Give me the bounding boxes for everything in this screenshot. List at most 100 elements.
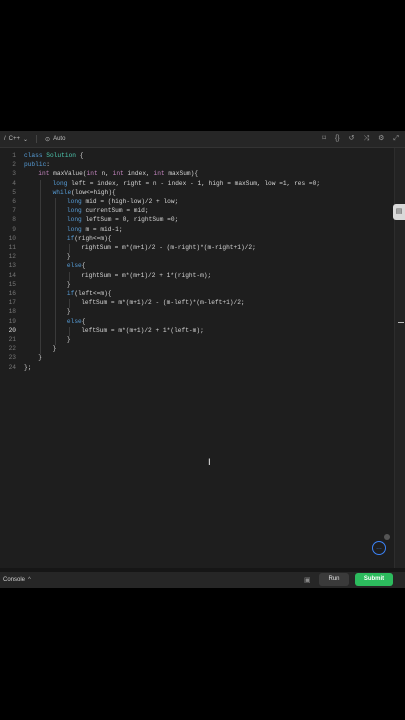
toolbar-divider xyxy=(36,135,38,143)
indent-guide xyxy=(54,262,56,272)
indent-guide xyxy=(40,345,42,355)
indent-guide xyxy=(40,244,42,254)
auto-mode-label: Auto xyxy=(53,136,66,142)
line-number: 2 xyxy=(12,161,16,169)
reset-icon[interactable]: ↺ xyxy=(349,134,355,144)
line-number: 10 xyxy=(8,234,16,242)
indent-guide xyxy=(40,262,42,272)
indent-guide xyxy=(40,299,42,309)
toolbar-icons: ⌑ {} ↺ ⤨ ⚙ ⤢ xyxy=(322,134,399,144)
code-line[interactable]: rightSum = m*(m+1)/2 - (m-right)*(m-righ… xyxy=(81,244,256,251)
code-line[interactable]: else{ xyxy=(67,318,86,325)
code-line[interactable]: long mid = (high-low)/2 + low; xyxy=(67,198,178,205)
indent-guide xyxy=(54,317,56,327)
code-line[interactable]: } xyxy=(67,253,71,260)
code-line[interactable]: } xyxy=(67,308,71,315)
bookmark-icon[interactable]: ⌑ xyxy=(322,134,326,144)
line-number: 14 xyxy=(8,271,16,279)
run-button[interactable]: Run xyxy=(319,573,349,586)
line-number: 5 xyxy=(12,188,16,196)
settings-icon[interactable]: ⚙ xyxy=(378,134,384,144)
code-line[interactable]: public: xyxy=(24,161,50,168)
code-line[interactable]: } xyxy=(53,345,57,352)
code-line[interactable]: if(left<=m){ xyxy=(67,290,112,297)
line-number: 19 xyxy=(8,317,16,325)
chat-icon[interactable]: … xyxy=(372,541,386,555)
indent-guide xyxy=(40,308,42,318)
indent-guide xyxy=(40,234,42,244)
indent-guide xyxy=(54,207,56,217)
console-settings-icon[interactable]: ▣ xyxy=(304,576,311,584)
notification-dot xyxy=(384,534,390,540)
chevron-up-icon[interactable]: ^ xyxy=(28,577,31,583)
code-line[interactable]: } xyxy=(38,354,42,361)
indent-guide xyxy=(54,336,56,346)
text-cursor-icon: Ⅰ xyxy=(208,458,211,468)
line-number: 13 xyxy=(8,262,16,270)
indent-guide xyxy=(54,271,56,281)
scroll-position-marker xyxy=(398,322,404,323)
code-line[interactable]: } xyxy=(67,336,71,343)
line-number: 22 xyxy=(8,345,16,353)
code-icon: / xyxy=(4,136,6,142)
code-line[interactable]: class Solution { xyxy=(24,152,83,159)
chevron-down-icon: ⌄ xyxy=(23,136,29,143)
shuffle-icon[interactable]: ⤨ xyxy=(364,134,370,144)
language-selector[interactable]: / C++ ⌄ xyxy=(4,136,28,143)
lock-icon: ⊙ xyxy=(45,136,51,143)
indent-guide xyxy=(54,234,56,244)
code-line[interactable]: long left = index, right = n - index - 1… xyxy=(53,180,320,187)
line-number: 1 xyxy=(12,152,16,159)
console-toggle[interactable]: Console xyxy=(3,577,25,583)
code-line[interactable]: if(righ<=m){ xyxy=(67,235,112,242)
indent-guide xyxy=(40,280,42,290)
indent-guide xyxy=(40,216,42,226)
indent-guide xyxy=(54,290,56,300)
code-line[interactable]: while(low<=high){ xyxy=(53,189,116,196)
line-number: 16 xyxy=(8,290,16,297)
indent-guide xyxy=(68,299,70,309)
line-number: 17 xyxy=(8,299,16,307)
editor-toolbar: / C++ ⌄ ⊙ Auto ⌑ {} ↺ ⤨ ⚙ ⤢ xyxy=(0,131,405,148)
auto-mode-toggle[interactable]: ⊙ Auto xyxy=(45,136,65,143)
indent-guide xyxy=(40,317,42,327)
code-editor-app: / C++ ⌄ ⊙ Auto ⌑ {} ↺ ⤨ ⚙ ⤢ 1 class Solut… xyxy=(0,131,405,588)
indent-guide xyxy=(40,290,42,300)
indent-guide xyxy=(68,326,70,336)
indent-guide xyxy=(54,326,56,336)
code-line[interactable]: } xyxy=(67,281,71,288)
code-area[interactable]: 1 class Solution {2 public: 3 int maxValue(i… xyxy=(0,148,395,568)
indent-guide xyxy=(54,253,56,263)
code-line[interactable]: leftSum = m*(m+1)/2 + 1*(left-m); xyxy=(81,327,204,334)
code-line[interactable]: rightSum = m*(m+1)/2 + 1*(right-m); xyxy=(81,272,211,279)
line-number: 21 xyxy=(8,336,16,343)
indent-guide xyxy=(54,299,56,309)
line-number: 7 xyxy=(12,207,16,215)
line-number: 23 xyxy=(8,354,16,362)
code-line[interactable]: leftSum = m*(m+1)/2 - (m-left)*(m-left+1… xyxy=(81,299,244,306)
line-number: 4 xyxy=(12,179,16,187)
indent-guide xyxy=(40,179,42,189)
side-panel-tab-icon[interactable]: ▤ xyxy=(393,204,405,220)
indent-guide xyxy=(40,271,42,281)
line-number: 18 xyxy=(8,308,16,316)
indent-guide xyxy=(40,225,42,235)
code-line[interactable]: }; xyxy=(24,364,31,371)
line-number: 12 xyxy=(8,253,16,261)
code-line[interactable]: long currentSum = mid; xyxy=(67,207,149,214)
code-line[interactable]: long leftSum = 0, rightSum =0; xyxy=(67,216,178,223)
line-number: 9 xyxy=(12,225,16,233)
code-line[interactable]: else{ xyxy=(67,262,86,269)
indent-guide xyxy=(40,207,42,217)
indent-guide xyxy=(54,225,56,235)
indent-guide xyxy=(40,326,42,336)
submit-button[interactable]: Submit xyxy=(355,573,393,586)
braces-icon[interactable]: {} xyxy=(335,134,340,144)
indent-guide xyxy=(54,280,56,290)
code-line[interactable]: long m = mid-1; xyxy=(67,226,123,233)
line-number: 8 xyxy=(12,216,16,224)
code-line[interactable]: int maxValue(int n, int index, int maxSu… xyxy=(38,170,198,177)
indent-guide xyxy=(68,271,70,281)
fullscreen-icon[interactable]: ⤢ xyxy=(393,134,399,144)
line-number: 20 xyxy=(8,326,16,334)
